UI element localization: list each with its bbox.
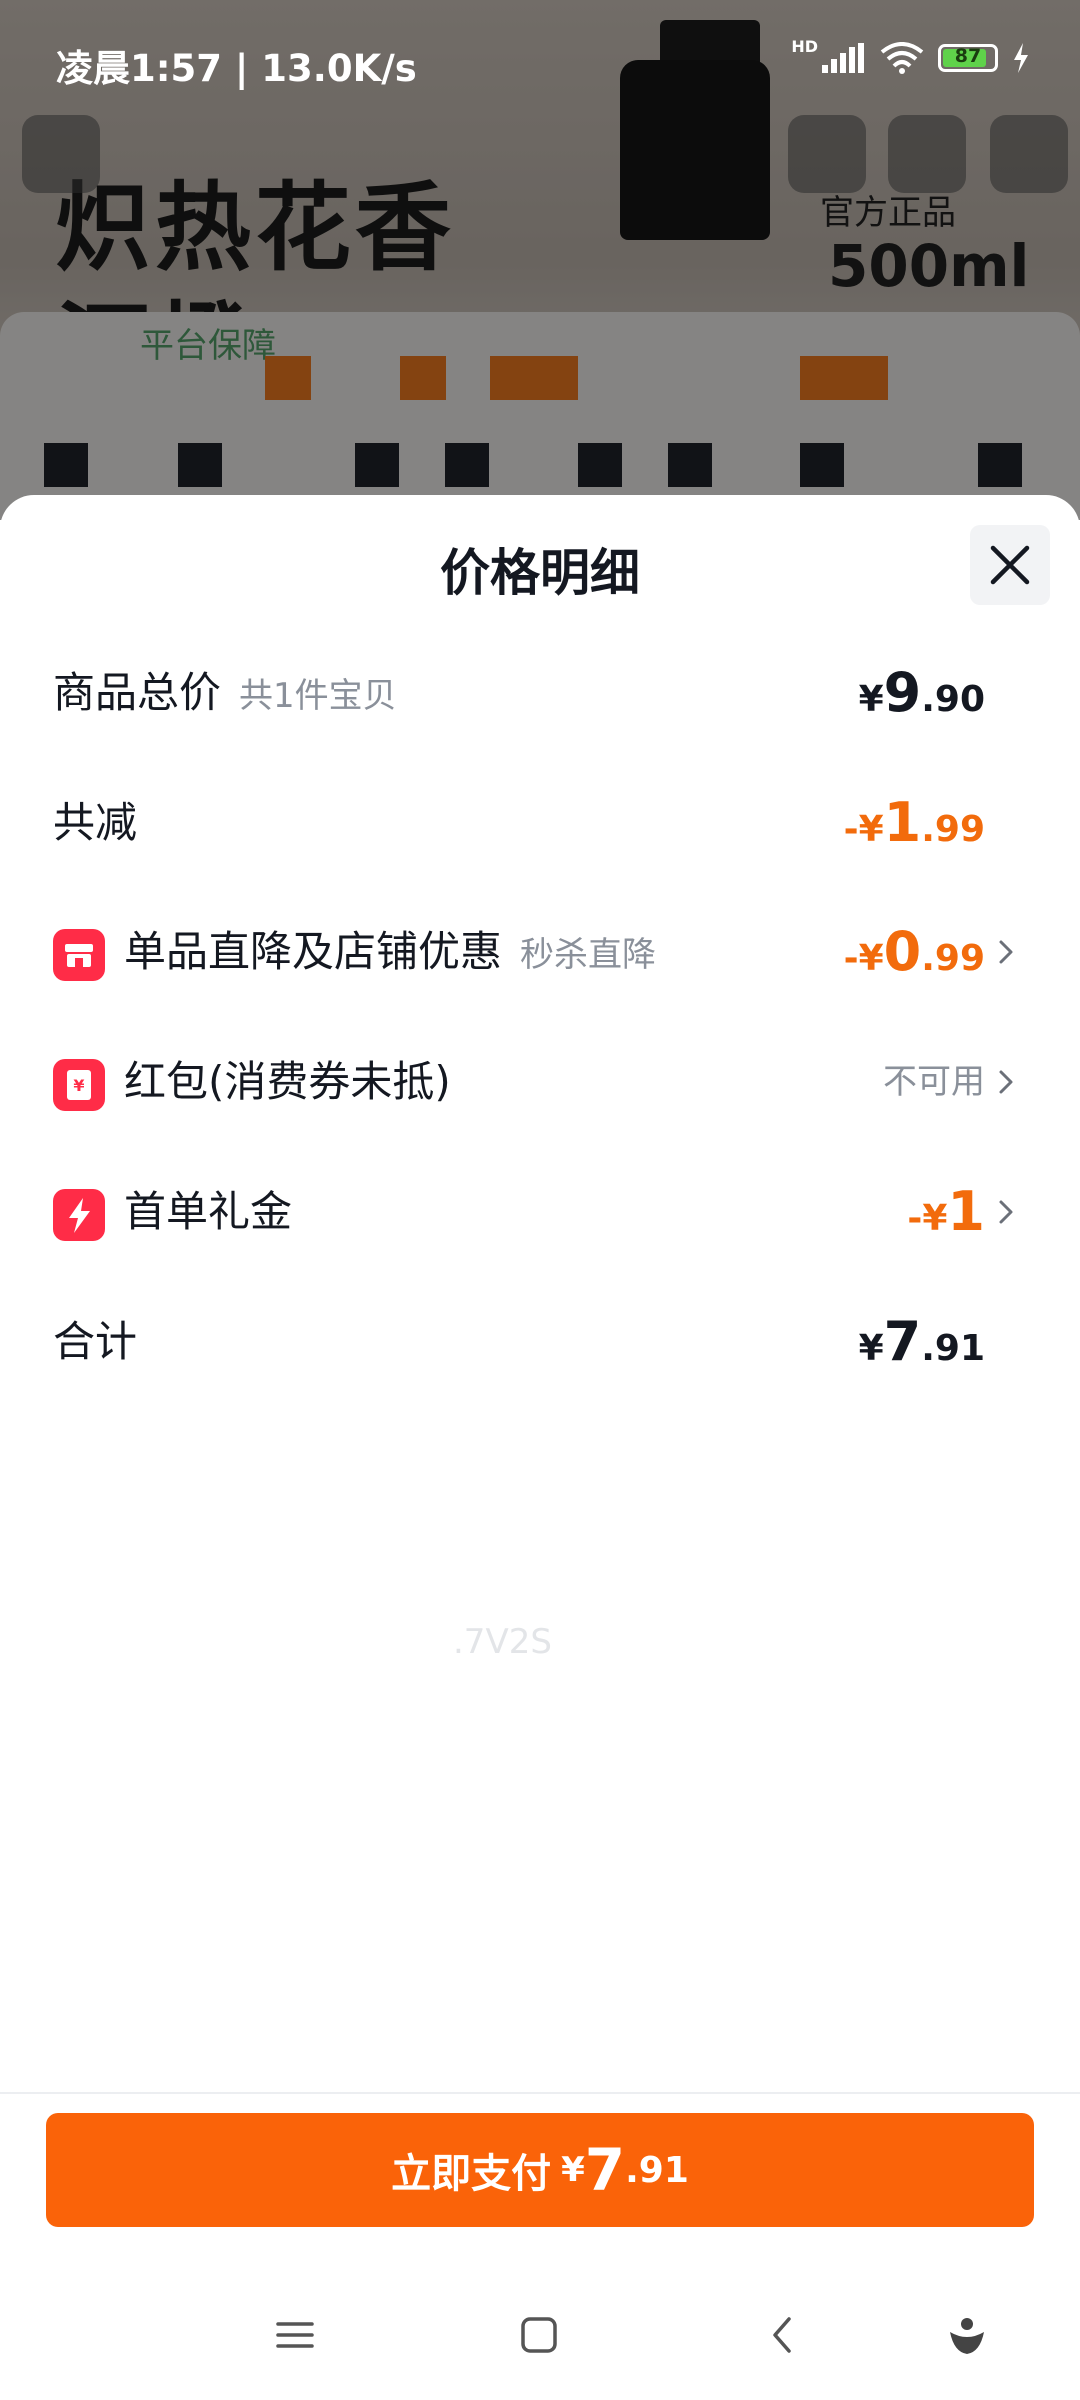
signal-icon [822, 43, 864, 73]
menu-icon[interactable] [268, 2308, 322, 2362]
pay-int: 7 [584, 2136, 626, 2204]
row-label: 合计 [53, 1317, 138, 1366]
red-packet-icon: ¥ [53, 1059, 105, 1111]
pay-dec: .91 [625, 2149, 689, 2191]
price-row-store-discount[interactable]: 单品直降及店铺优惠 秒杀直降 -¥0.99 [0, 907, 1080, 997]
amount-int: 1 [947, 1180, 985, 1243]
pay-now-button[interactable]: 立即支付 ¥7.91 [46, 2113, 1034, 2227]
amount-currency: ¥ [858, 1328, 884, 1369]
row-label: 单品直降及店铺优惠 秒杀直降 [124, 907, 656, 1000]
row-label: 红包(消费券未抵) [124, 1057, 451, 1106]
row-sub: 秒杀直降 [520, 935, 657, 975]
amount-value: -¥1 [907, 1167, 985, 1270]
price-row-discount: 共减 -¥1.99 [0, 778, 1080, 868]
amount-int: 7 [883, 1310, 922, 1373]
amount-int: 1 [883, 791, 922, 854]
amount-dec: .90 [921, 679, 985, 720]
amount-currency: ¥ [858, 679, 884, 720]
row-label-text: 商品总价 [53, 668, 222, 717]
amount-currency: -¥ [843, 809, 884, 850]
status-time: 凌晨1:57 | 13.0K/s [56, 47, 417, 90]
amount-dec: .99 [921, 809, 985, 850]
amount-value: ¥9.90 [859, 648, 985, 751]
chevron-right-icon [999, 940, 1013, 964]
amount-int: 0 [883, 920, 922, 983]
assistant-icon[interactable] [940, 2308, 994, 2362]
system-nav-bar [0, 2268, 1080, 2400]
amount-value: -¥0.99 [844, 907, 985, 1010]
price-row-red-packet[interactable]: ¥ 红包(消费券未抵) 不可用 [0, 1037, 1080, 1127]
amount-value: 不可用 [883, 1062, 985, 1102]
hd-label: HD [791, 36, 818, 56]
price-row-grand-total: 合计 ¥7.91 [0, 1297, 1080, 1387]
price-row-first-order-gift[interactable]: 首单礼金 -¥1 [0, 1167, 1080, 1257]
amount-currency: -¥ [907, 1198, 948, 1239]
pay-currency: ¥ [561, 2150, 585, 2190]
close-button[interactable] [970, 525, 1050, 605]
amount-value: -¥1.99 [844, 778, 985, 881]
svg-text:¥: ¥ [73, 1076, 84, 1095]
home-icon[interactable] [512, 2308, 566, 2362]
price-row-total: 商品总价 共1件宝贝 ¥9.90 [0, 648, 1080, 738]
row-sub: 共1件宝贝 [239, 676, 397, 716]
store-icon [53, 929, 105, 981]
status-icons: HD 87 [791, 37, 1030, 74]
battery-level: 87 [954, 45, 982, 67]
row-label: 共减 [53, 798, 138, 847]
amount-dec: .99 [921, 938, 985, 979]
close-icon [990, 545, 1030, 585]
row-label: 商品总价 共1件宝贝 [53, 648, 397, 741]
pay-label: 立即支付 [391, 2151, 552, 2197]
amount-dec: .91 [921, 1328, 985, 1369]
row-label: 首单礼金 [124, 1187, 293, 1236]
charging-icon [1014, 43, 1028, 73]
chevron-right-icon [999, 1070, 1013, 1094]
watermark: .7V2S [453, 1622, 552, 1662]
status-bar: 凌晨1:57 | 13.0K/s HD 87 [0, 0, 1080, 100]
amount-currency: -¥ [843, 938, 884, 979]
sheet-title: 价格明细 [440, 544, 640, 602]
amount-value: ¥7.91 [859, 1297, 985, 1400]
lightning-icon [53, 1189, 105, 1241]
battery-icon: 87 [938, 44, 998, 72]
back-icon[interactable] [756, 2308, 810, 2362]
amount-int: 9 [883, 661, 922, 724]
row-label-text: 单品直降及店铺优惠 [124, 927, 503, 976]
chevron-right-icon [999, 1200, 1013, 1224]
wifi-icon [880, 42, 924, 74]
pay-bar-divider [0, 2092, 1080, 2094]
